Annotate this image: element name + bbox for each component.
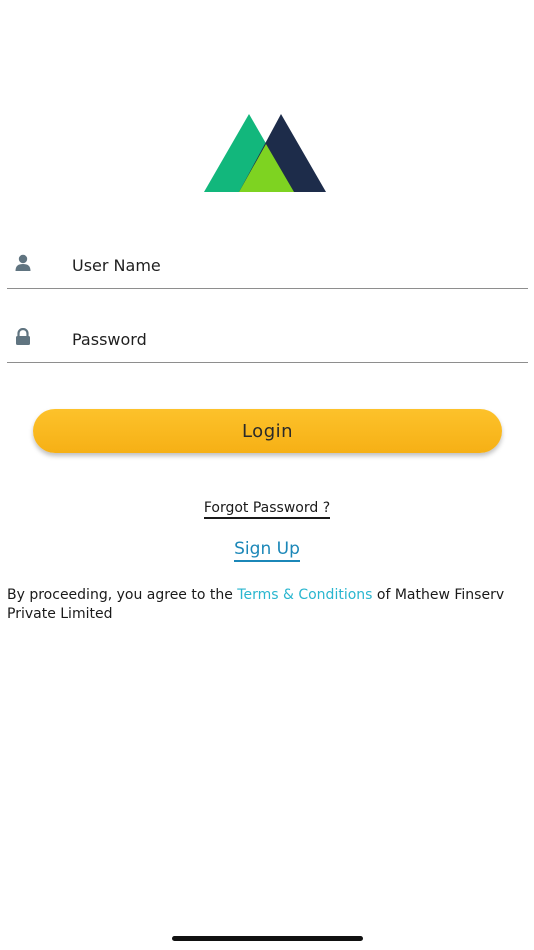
login-button[interactable]: Login: [33, 409, 502, 453]
username-input[interactable]: [72, 250, 512, 280]
lock-icon: [16, 328, 30, 345]
terms-notice: By proceeding, you agree to the Terms & …: [7, 586, 517, 624]
terms-conditions-link[interactable]: Terms & Conditions: [237, 587, 372, 603]
password-input[interactable]: [72, 324, 512, 354]
user-icon: [15, 254, 31, 271]
terms-prefix: By proceeding, you agree to the: [7, 587, 238, 603]
app-logo: [204, 114, 326, 192]
home-indicator: [172, 936, 363, 941]
sign-up-container: Sign Up: [0, 539, 534, 562]
password-field: [7, 316, 528, 363]
sign-up-link[interactable]: Sign Up: [234, 539, 300, 562]
username-field: [7, 242, 528, 289]
forgot-password-link[interactable]: Forgot Password ?: [203, 500, 331, 519]
forgot-password-container: Forgot Password ?: [0, 497, 534, 519]
